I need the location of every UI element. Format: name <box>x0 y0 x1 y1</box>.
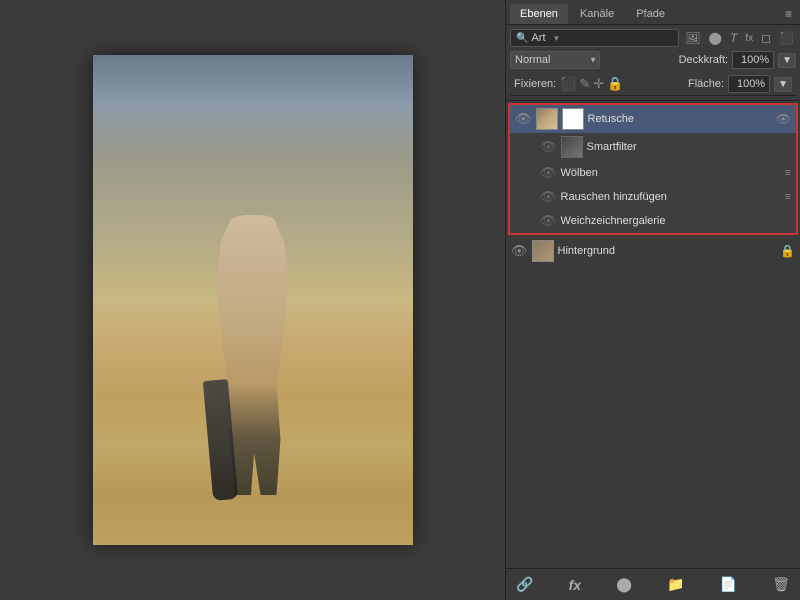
layers-panel: Ebenen Kanäle Pfade ≡ 🔍 Art ▼ 🖼 ⬤ T fx ◻… <box>505 0 800 600</box>
filter-icons: 🖼 ⬤ T fx ◻ ⬛ <box>683 30 796 46</box>
search-dropdown-arrow: ▼ <box>553 34 561 43</box>
tab-ebenen[interactable]: Ebenen <box>510 4 568 24</box>
layer-item-weichzeichner[interactable]: 👁 Weichzeichnergalerie <box>510 209 796 233</box>
link-button[interactable]: 🔗 <box>512 574 537 595</box>
fx-button[interactable]: fx <box>565 575 585 595</box>
tab-pfade[interactable]: Pfade <box>626 4 675 24</box>
fix-icon-move[interactable]: ✛ <box>593 76 604 92</box>
fill-area: Fläche: 100% ▼ <box>688 75 792 93</box>
layer-name-smartfilter: Smartfilter <box>587 141 791 153</box>
layer-item-retusche[interactable]: 👁 Retusche 👁 <box>510 105 796 133</box>
layer-thumb-retusche <box>536 108 558 130</box>
opacity-value[interactable]: 100% <box>732 51 774 69</box>
layer-item-smartfilter[interactable]: 👁 Smartfilter <box>510 133 796 161</box>
fix-label: Fixieren: <box>514 78 556 90</box>
blend-mode-wrap: Normal ▼ <box>510 51 600 69</box>
main-canvas <box>93 55 413 545</box>
blend-mode-select[interactable]: Normal <box>510 51 600 69</box>
panel-tabs: Ebenen Kanäle Pfade ≡ <box>506 0 800 25</box>
layer-name-weichzeichner: Weichzeichnergalerie <box>561 215 791 227</box>
opacity-row: Deckkraft: 100% ▼ <box>679 51 796 69</box>
fix-icon-pen[interactable]: ✎ <box>579 76 590 92</box>
fix-icon-check[interactable]: ⬛ <box>560 76 576 92</box>
filter-icon-text[interactable]: T <box>728 30 739 46</box>
fix-row: Fixieren: ⬛ ✎ ✛ 🔒 Fläche: 100% ▼ <box>510 73 796 96</box>
opacity-label: Deckkraft: <box>679 54 729 66</box>
blend-opacity-row: Normal ▼ Deckkraft: 100% ▼ <box>510 51 796 69</box>
panel-menu-button[interactable]: ≡ <box>781 5 796 23</box>
layer-item-hintergrund[interactable]: 👁 Hintergrund 🔒 <box>506 237 800 265</box>
layer-visibility-retusche[interactable]: 👁 <box>776 112 791 126</box>
fill-chevron[interactable]: ▼ <box>774 77 792 92</box>
eye-icon-hintergrund[interactable]: 👁 <box>511 243 528 259</box>
filter-icon-fx[interactable]: fx <box>743 32 755 45</box>
eye-icon-smartfilter[interactable]: 👁 <box>540 139 557 155</box>
new-layer-button[interactable]: 📄 <box>716 574 741 595</box>
layer-item-rauschen[interactable]: 👁 Rauschen hinzufügen ≡ <box>510 185 796 209</box>
layer-name-retusche: Retusche <box>588 113 772 125</box>
filter-type-row: 🔍 Art ▼ 🖼 ⬤ T fx ◻ ⬛ <box>510 29 796 47</box>
panel-bottom-toolbar: 🔗 fx ⬤ 📁 📄 🗑 <box>506 568 800 600</box>
search-box[interactable]: 🔍 Art ▼ <box>510 29 679 47</box>
fix-icon-lock[interactable]: 🔒 <box>607 76 623 92</box>
eye-icon-wolben[interactable]: 👁 <box>540 165 557 181</box>
layer-name-hintergrund: Hintergrund <box>558 245 777 257</box>
opacity-chevron[interactable]: ▼ <box>778 53 796 68</box>
layers-list: 👁 Retusche 👁 👁 Smartfilter 👁 Wölben ≡ � <box>506 101 800 568</box>
tab-kanaele[interactable]: Kanäle <box>570 4 624 24</box>
group-button[interactable]: 📁 <box>663 574 688 595</box>
layer-item-wolben[interactable]: 👁 Wölben ≡ <box>510 161 796 185</box>
eye-icon-rauschen[interactable]: 👁 <box>540 189 557 205</box>
delete-button[interactable]: 🗑 <box>768 574 794 595</box>
wolben-options-icon[interactable]: ≡ <box>785 167 791 179</box>
hintergrund-lock-icon: 🔒 <box>780 244 795 258</box>
layer-name-rauschen: Rauschen hinzufügen <box>561 191 781 203</box>
layer-thumb-smartfilter <box>561 136 583 158</box>
layer-thumb-hintergrund <box>532 240 554 262</box>
layer-controls: 🔍 Art ▼ 🖼 ⬤ T fx ◻ ⬛ Normal ▼ De <box>506 25 800 101</box>
layer-group-retusche: 👁 Retusche 👁 👁 Smartfilter 👁 Wölben ≡ � <box>508 103 798 235</box>
fill-value[interactable]: 100% <box>728 75 770 93</box>
fix-icons-group: ⬛ ✎ ✛ 🔒 <box>560 76 623 92</box>
filter-icon-toggle[interactable]: ⬛ <box>777 30 796 46</box>
filter-type-label: Art <box>531 32 545 44</box>
rauschen-options-icon[interactable]: ≡ <box>785 191 791 203</box>
eye-icon-weichzeichner[interactable]: 👁 <box>540 213 557 229</box>
search-icon: 🔍 <box>516 33 528 44</box>
filter-icon-image[interactable]: 🖼 <box>683 30 702 46</box>
layer-mask-retusche <box>562 108 584 130</box>
layer-name-wolben: Wölben <box>561 167 781 179</box>
filter-icon-shape[interactable]: ◻ <box>759 30 773 46</box>
filter-icon-adjust[interactable]: ⬤ <box>707 30 724 46</box>
canvas-area <box>0 0 505 600</box>
eye-icon-retusche[interactable]: 👁 <box>515 111 532 127</box>
fill-label: Fläche: <box>688 78 724 90</box>
mask-button[interactable]: ⬤ <box>612 574 636 595</box>
